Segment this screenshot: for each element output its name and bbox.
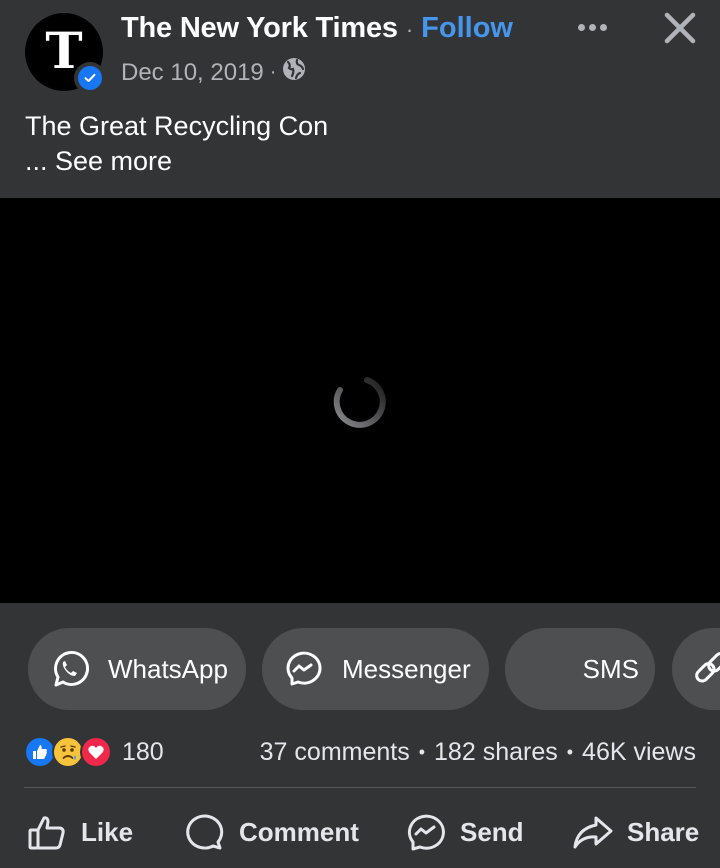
globe-icon xyxy=(282,57,306,88)
loading-spinner-icon xyxy=(333,377,386,428)
thumbs-up-icon xyxy=(25,810,69,854)
reaction-count: 180 xyxy=(122,737,164,766)
engagement-counts: 37 comments • 182 shares • 46K views xyxy=(260,738,696,767)
link-icon xyxy=(692,648,720,690)
send-label: Send xyxy=(460,816,524,847)
share-targets-row: WhatsApp Messenger SMS xyxy=(0,628,720,710)
post-actions-bar: Like Comment Send Share xyxy=(0,800,720,864)
share-messenger-button[interactable]: Messenger xyxy=(262,628,489,710)
share-messenger-label: Messenger xyxy=(342,653,471,684)
post-meta: Dec 10, 2019 · xyxy=(121,57,306,88)
post-caption: The Great Recycling Con ... See more xyxy=(25,109,328,179)
dot xyxy=(599,23,607,31)
close-icon xyxy=(664,12,696,44)
dot xyxy=(577,23,585,31)
share-whatsapp-button[interactable]: WhatsApp xyxy=(28,628,246,710)
separator-dot: · xyxy=(405,17,414,42)
share-button[interactable]: Share xyxy=(571,800,699,864)
send-button[interactable]: Send xyxy=(404,800,524,864)
divider xyxy=(24,787,696,788)
comments-count[interactable]: 37 comments xyxy=(260,738,410,767)
shares-count[interactable]: 182 shares xyxy=(434,738,558,767)
dot xyxy=(588,23,596,31)
see-more-link[interactable]: ... See more xyxy=(25,144,328,179)
more-options-button[interactable] xyxy=(572,14,612,40)
copy-link-button[interactable] xyxy=(672,628,720,710)
share-sms-button[interactable]: SMS xyxy=(505,628,655,710)
separator-bullet: • xyxy=(566,741,574,762)
messenger-icon xyxy=(404,810,448,854)
messenger-icon xyxy=(282,648,324,690)
page-name[interactable]: The New York Times xyxy=(121,12,398,45)
reactions-summary[interactable]: 180 xyxy=(24,736,164,768)
follow-button[interactable]: Follow xyxy=(421,12,513,45)
caption-text: The Great Recycling Con xyxy=(25,111,329,141)
comment-button[interactable]: Comment xyxy=(183,800,359,864)
like-label: Like xyxy=(81,816,134,847)
share-arrow-icon xyxy=(571,810,615,854)
like-button[interactable]: Like xyxy=(25,800,133,864)
comment-label: Comment xyxy=(239,816,359,847)
share-whatsapp-label: WhatsApp xyxy=(108,653,228,684)
separator-bullet: • xyxy=(418,741,426,762)
post-stats: 180 37 comments • 182 shares • 46K views xyxy=(24,732,696,772)
separator-dot: · xyxy=(269,61,277,83)
whatsapp-icon xyxy=(48,648,90,690)
page-name-row: The New York Times · Follow xyxy=(121,12,513,45)
post-date[interactable]: Dec 10, 2019 xyxy=(121,59,264,87)
love-reaction-icon xyxy=(80,736,112,768)
comment-icon xyxy=(183,810,227,854)
share-sms-label: SMS xyxy=(582,653,639,684)
views-count: 46K views xyxy=(582,737,696,766)
post-header: T The New York Times · Follow Dec 10, 20… xyxy=(0,0,720,110)
close-button[interactable] xyxy=(658,6,702,50)
verified-badge-icon xyxy=(74,62,106,94)
share-label: Share xyxy=(627,816,700,847)
